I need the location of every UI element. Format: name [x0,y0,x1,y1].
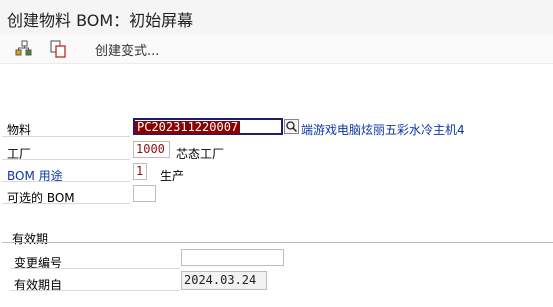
create-variant-button[interactable]: 创建变式... [95,40,159,59]
valid-from-value: 2024.03.24 [184,273,257,287]
bom-usage-value: 1 [136,164,144,178]
material-input[interactable]: PC202311220007 [133,118,283,135]
title-bar: 创建物料 BOM：初始屏幕 [0,0,553,35]
row-divider [2,159,130,160]
hierarchy-icon[interactable] [14,39,34,59]
plant-value: 1000 [136,142,165,156]
window-title: 创建物料 BOM：初始屏幕 [7,11,194,30]
row-divider [2,203,130,204]
change-number-input[interactable] [181,249,284,266]
alt-bom-input[interactable] [133,185,156,202]
plant-input[interactable]: 1000 [133,141,170,158]
search-icon[interactable] [284,119,299,134]
material-value: PC202311220007 [135,120,241,134]
row-divider [10,268,180,269]
row-divider [10,290,180,291]
toolbar: 创建变式... [0,34,553,64]
copy-icon[interactable] [48,39,68,59]
row-divider [2,136,130,137]
plant-description: 芯态工厂 [176,147,225,161]
bom-usage-description: 生产 [160,169,185,183]
bom-usage-input[interactable]: 1 [133,163,147,180]
valid-from-input[interactable]: 2024.03.24 [181,271,267,290]
material-description: 端游戏电脑炫丽五彩水冷主机4 [301,123,465,137]
row-divider [2,181,130,182]
